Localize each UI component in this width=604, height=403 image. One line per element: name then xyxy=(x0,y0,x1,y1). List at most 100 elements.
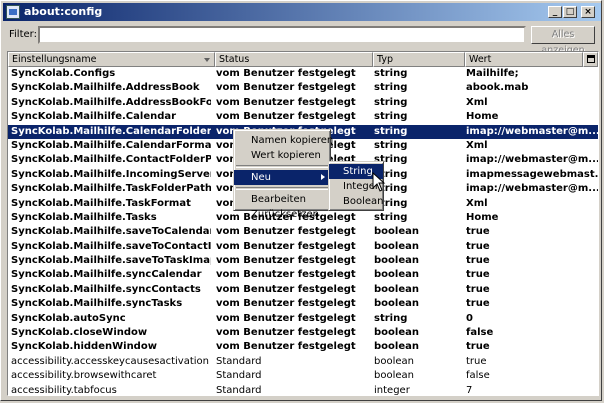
table-row[interactable]: SyncKolab.Configs vom Benutzer festgelegt… xyxy=(8,67,598,81)
table-row[interactable]: SyncKolab.Mailhilfe.syncContacts vom Benu… xyxy=(8,283,598,297)
cell-status: vom Benutzer festgelegt xyxy=(216,341,356,353)
cell-value: imapmessagewebmast... xyxy=(466,168,598,180)
show-all-button[interactable]: Alles anzeigen xyxy=(531,26,595,56)
cell-status: vom Benutzer festgelegt xyxy=(216,312,356,324)
cell-value: imap://webmaster@m... xyxy=(466,125,598,137)
cell-type: boolean xyxy=(374,269,419,281)
submenu-item-boolean[interactable]: Boolean xyxy=(329,194,384,209)
cell-value: Home xyxy=(466,211,499,223)
table-row[interactable]: SyncKolab.Mailhilfe.saveToContactImap vom… xyxy=(8,240,598,254)
window-title: about:config xyxy=(24,5,103,18)
table-row[interactable]: SyncKolab.Mailhilfe.syncCalendar vom Benu… xyxy=(8,268,598,282)
tree-header: Einstellungsname Status Typ Wert xyxy=(8,52,598,67)
title-bar[interactable]: about:config _ □ × xyxy=(3,3,601,21)
cell-name: SyncKolab.Mailhilfe.syncTasks xyxy=(11,298,183,310)
preferences-tree[interactable]: Einstellungsname Status Typ Wert SyncKol… xyxy=(7,51,599,396)
cell-value: Xml xyxy=(466,139,488,151)
cell-name: SyncKolab.Configs xyxy=(11,68,116,79)
menu-item-copy-value-label: Wert kopieren xyxy=(251,150,321,161)
filter-row: Filter: Alles anzeigen xyxy=(1,23,603,56)
table-row[interactable]: SyncKolab.Mailhilfe.saveToCalendarImap vo… xyxy=(8,225,598,239)
column-header-type[interactable]: Typ xyxy=(373,52,465,67)
cell-type: string xyxy=(374,68,408,79)
column-header-value-label: Wert xyxy=(469,54,492,65)
maximize-icon[interactable]: □ xyxy=(563,6,577,18)
menu-item-reset-label: Zurücksetzen xyxy=(251,209,319,220)
cell-name: SyncKolab.Mailhilfe.saveToCalendarImap xyxy=(11,226,211,238)
table-row[interactable]: SyncKolab.Mailhilfe.saveToTaskImap vom Be… xyxy=(8,254,598,268)
menu-separator xyxy=(236,187,328,190)
cell-value: Mailhilfe; xyxy=(466,68,519,79)
table-row[interactable]: SyncKolab.closeWindow vom Benutzer festge… xyxy=(8,326,598,340)
cell-status: vom Benutzer festgelegt xyxy=(216,226,356,238)
cell-type: boolean xyxy=(374,283,419,295)
menu-item-copy-name[interactable]: Namen kopieren xyxy=(234,133,334,148)
menu-item-reset[interactable]: Zurücksetzen xyxy=(234,207,330,222)
cell-type: string xyxy=(374,125,408,137)
cell-value: true xyxy=(466,355,487,367)
column-header-status-label: Status xyxy=(219,54,250,65)
menu-item-edit[interactable]: Bearbeiten xyxy=(234,192,330,207)
cell-value: true xyxy=(466,298,490,310)
close-icon[interactable]: × xyxy=(581,6,595,18)
cell-name: SyncKolab.Mailhilfe.IncomingServer xyxy=(11,168,211,180)
cell-name: SyncKolab.Mailhilfe.syncContacts xyxy=(11,283,201,295)
cell-value: 0 xyxy=(466,312,473,324)
cell-status: vom Benutzer festgelegt xyxy=(216,82,356,94)
table-row[interactable]: SyncKolab.autoSync vom Benutzer festgeleg… xyxy=(8,312,598,326)
table-row[interactable]: SyncKolab.Mailhilfe.AddressBookFormat vom… xyxy=(8,96,598,110)
filter-label: Filter: xyxy=(9,29,37,40)
table-row[interactable]: SyncKolab.Mailhilfe.Calendar vom Benutzer… xyxy=(8,110,598,124)
table-row[interactable]: accessibility.tabfocus Standard integer 7 xyxy=(8,384,598,396)
table-row[interactable]: accessibility.browsewithcaret Standard boo… xyxy=(8,369,598,383)
cell-type: string xyxy=(374,82,408,94)
cell-name: SyncKolab.Mailhilfe.CalendarFormat xyxy=(11,139,211,151)
cell-value: true xyxy=(466,341,490,353)
cell-name: SyncKolab.Mailhilfe.saveToTaskImap xyxy=(11,255,211,267)
cell-name: SyncKolab.Mailhilfe.saveToContactImap xyxy=(11,240,211,252)
cell-type: boolean xyxy=(374,370,414,382)
cell-value: true xyxy=(466,283,490,295)
cell-status: vom Benutzer festgelegt xyxy=(216,96,356,108)
cell-name: accessibility.accesskeycausesactivation xyxy=(11,355,210,367)
cell-type: boolean xyxy=(374,255,419,267)
cell-type: string xyxy=(374,168,408,180)
table-row[interactable]: SyncKolab.Mailhilfe.AddressBook vom Benut… xyxy=(8,81,598,95)
cell-value: false xyxy=(466,327,494,339)
cell-name: accessibility.tabfocus xyxy=(11,384,117,396)
cell-status: vom Benutzer festgelegt xyxy=(216,111,356,123)
cell-type: boolean xyxy=(374,298,419,310)
cell-type: boolean xyxy=(374,226,419,238)
menu-item-copy-name-label: Namen kopieren xyxy=(251,135,334,146)
cell-name: SyncKolab.Mailhilfe.CalendarFolderPath xyxy=(11,125,211,137)
cell-status: Standard xyxy=(216,355,262,367)
menu-item-new[interactable]: Neu xyxy=(234,170,330,185)
cell-name: SyncKolab.Mailhilfe.AddressBookFormat xyxy=(11,96,211,108)
cell-status: vom Benutzer festgelegt xyxy=(216,68,356,79)
cell-name: SyncKolab.hiddenWindow xyxy=(11,341,157,353)
column-header-name[interactable]: Einstellungsname xyxy=(8,52,215,67)
column-header-status[interactable]: Status xyxy=(215,52,373,67)
cell-value: imap://webmaster@m... xyxy=(466,183,598,195)
table-row[interactable]: accessibility.accesskeycausesactivation S… xyxy=(8,355,598,369)
app-icon xyxy=(6,5,20,19)
cell-value: true xyxy=(466,226,490,238)
column-picker[interactable] xyxy=(583,52,598,67)
cell-value: imap://webmaster@m... xyxy=(466,154,598,166)
cell-type: boolean xyxy=(374,327,419,339)
table-row[interactable]: SyncKolab.Mailhilfe.syncTasks vom Benutze… xyxy=(8,297,598,311)
filter-input[interactable] xyxy=(38,26,526,44)
cell-type: boolean xyxy=(374,240,419,252)
cell-name: SyncKolab.Mailhilfe.AddressBook xyxy=(11,82,200,94)
cell-type: boolean xyxy=(374,355,414,367)
cell-name: SyncKolab.Mailhilfe.TaskFolderPath xyxy=(11,183,211,195)
cell-status: vom Benutzer festgelegt xyxy=(216,298,356,310)
table-row[interactable]: SyncKolab.hiddenWindow vom Benutzer festg… xyxy=(8,340,598,354)
column-header-value[interactable]: Wert xyxy=(465,52,583,67)
cell-name: SyncKolab.closeWindow xyxy=(11,327,148,339)
menu-item-copy-value[interactable]: Wert kopieren xyxy=(234,148,330,163)
minimize-icon[interactable]: _ xyxy=(548,6,562,18)
cell-status: vom Benutzer festgelegt xyxy=(216,269,356,281)
cell-name: accessibility.browsewithcaret xyxy=(11,370,157,382)
cell-name: SyncKolab.Mailhilfe.Calendar xyxy=(11,111,177,123)
